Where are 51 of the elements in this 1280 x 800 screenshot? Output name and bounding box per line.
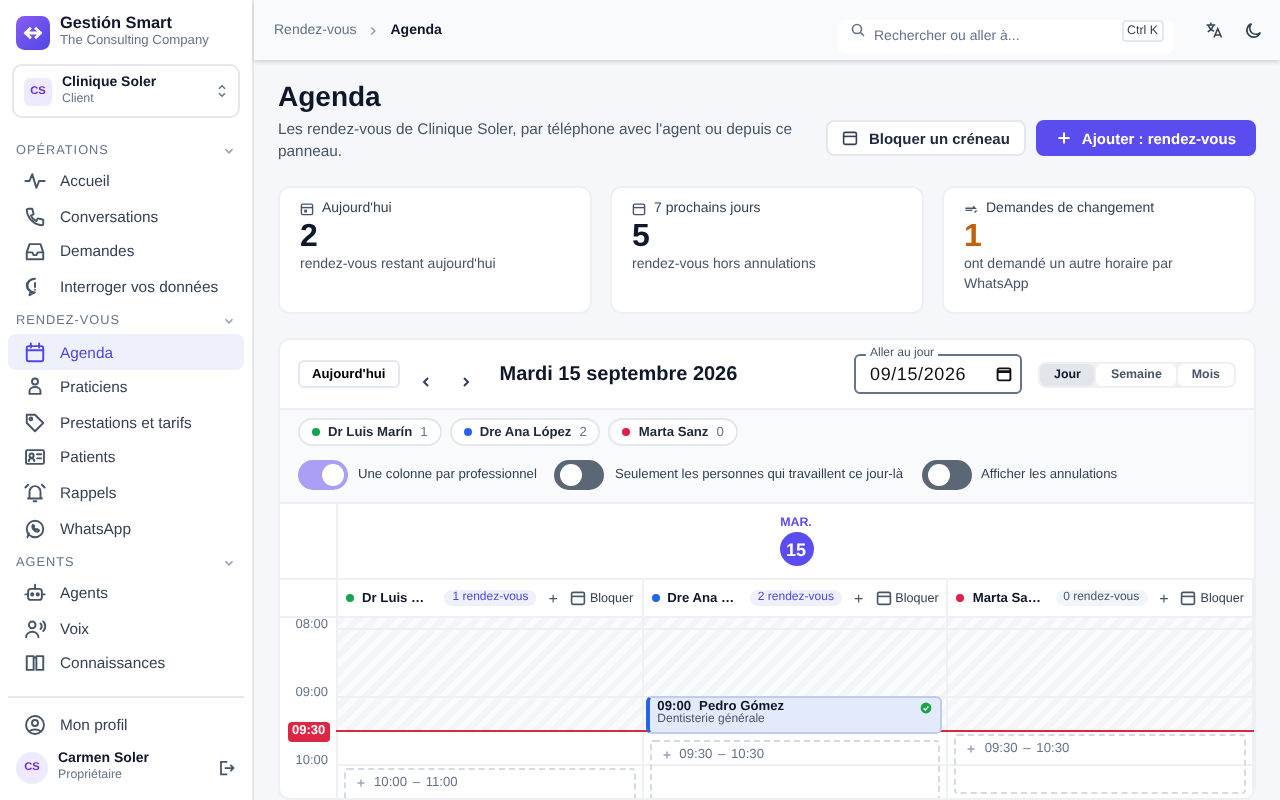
chevron-down-icon[interactable] [222,555,236,570]
phone-icon [24,205,46,228]
calendar-icon [996,366,1013,382]
stat-value: 5 [632,218,652,256]
stat-value: 1 [964,218,984,256]
page-title: Agenda [278,80,383,112]
chevron-left-icon [417,374,434,390]
translate-icon[interactable] [1204,20,1224,40]
plus-icon [1055,130,1072,146]
stat-value: 2 [300,218,320,256]
book-icon [24,652,46,675]
people-icon [24,376,46,399]
tag-icon [24,411,46,434]
chevron-right-icon [366,23,381,37]
calendar-icon [842,130,859,146]
plus-icon [966,744,977,754]
calendar-icon [569,590,586,606]
date-title: Mardi 15 septembre 2026 [499,363,740,385]
toggle-switch[interactable] [921,460,971,490]
plus-icon [661,750,672,760]
chevron-updown-icon [216,82,228,100]
pulse-icon [24,170,46,193]
toggle-switch[interactable] [554,460,605,490]
day-number: 15 [779,532,813,566]
add-button[interactable]: + [544,589,562,607]
moon-icon[interactable] [1244,20,1264,40]
voice-icon [24,617,46,640]
calendar-icon [875,590,892,606]
inbox-icon [24,240,46,263]
calendar-icon [1180,590,1197,606]
logo-icon [16,15,50,49]
calendar-icon [632,202,646,216]
calendar-icon [300,202,314,216]
card-icon [24,446,46,469]
chevron-down-icon[interactable] [222,314,236,329]
profile-icon [24,713,46,736]
bell-icon [24,482,46,505]
add-button[interactable]: + [849,589,868,607]
calendar-icon [24,341,46,364]
chevron-down-icon[interactable] [222,144,236,158]
add-button[interactable]: + [1155,589,1173,607]
toggle-switch[interactable] [298,460,348,490]
chevron-right-icon [457,374,474,390]
whatsapp-icon [24,517,46,540]
plus-icon [356,778,366,788]
logout-icon[interactable] [216,757,236,777]
swap-icon [964,202,978,216]
robot-icon [24,582,46,605]
brand-name: Gestión Smart [60,14,174,34]
date-value: 09/15/2026 [870,364,967,384]
search-icon [850,22,866,38]
